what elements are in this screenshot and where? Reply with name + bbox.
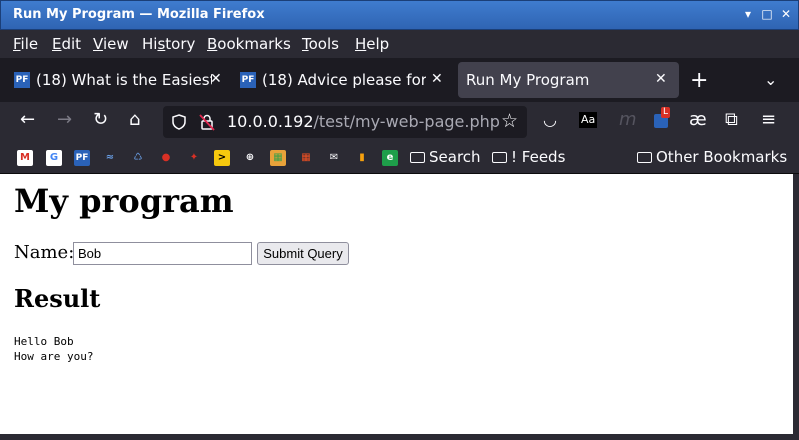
close-tab-icon[interactable]: ✕ (655, 71, 667, 87)
forward-icon[interactable]: → (57, 110, 72, 130)
reload-icon[interactable]: ↻ (93, 110, 108, 130)
tab-label: (18) Advice please for d (262, 71, 426, 89)
menu-label: iew (102, 35, 129, 53)
window-title: Run My Program — Mozilla Firefox (13, 7, 265, 22)
menu-history[interactable]: History (142, 35, 195, 53)
bookmark-folder-label: Search (429, 148, 481, 166)
menu-view[interactable]: View (93, 35, 129, 53)
list-all-tabs-icon[interactable]: ⌄ (764, 70, 777, 89)
result-output: Hello Bob How are you? (14, 334, 93, 364)
menu-accel: B (207, 35, 218, 53)
tab-strip: PF (18) What is the Easiest ✕ PF (18) Ad… (0, 58, 799, 102)
extension-m-icon[interactable]: m (619, 110, 637, 130)
maximize-button[interactable]: □ (760, 7, 774, 21)
page-heading: My program (14, 182, 234, 220)
tab-label: Run My Program (466, 71, 590, 89)
submit-query-button[interactable]: Submit Query (257, 242, 349, 265)
extension-badge: L (661, 107, 671, 118)
extensions-puzzle-icon[interactable]: ⧉ (725, 110, 738, 130)
url-bar[interactable]: 10.0.0.192/test/my-web-page.php ☆ (163, 106, 527, 138)
pocket-icon[interactable]: ◡ (543, 110, 557, 130)
bookmark-green-e-icon[interactable]: e (382, 150, 398, 166)
close-window-button[interactable]: ✕ (779, 7, 793, 21)
reader-icon[interactable]: Aa (579, 112, 598, 128)
folder-icon (637, 152, 652, 163)
insecure-lock-icon[interactable] (199, 113, 215, 131)
menu-accel: T (302, 35, 309, 53)
menu-label: tory (165, 35, 196, 53)
bookmark-bars-icon[interactable]: ▮ (354, 150, 370, 166)
bookmark-microsoft-icon[interactable]: ▦ (298, 150, 314, 166)
menu-accel: V (93, 35, 103, 53)
bookmark-terminal-icon[interactable]: > (214, 150, 230, 166)
pf-favicon-icon: PF (14, 72, 30, 88)
menu-bookmarks[interactable]: Bookmarks (207, 35, 291, 53)
bookmark-google-icon[interactable]: G (46, 150, 62, 166)
bookmark-folder-search[interactable]: Search (410, 148, 481, 166)
shield-icon[interactable] (171, 114, 187, 130)
window-frame-right (793, 174, 799, 440)
menu-label: ookmarks (217, 35, 291, 53)
bookmark-pf-icon[interactable]: PF (74, 150, 90, 166)
tab-advice[interactable]: PF (18) Advice please for d ✕ (232, 62, 454, 98)
bookmark-folder-label: Other Bookmarks (656, 148, 788, 166)
bookmark-recycle-icon[interactable]: ♺ (130, 150, 146, 166)
bookmark-folder-feeds[interactable]: ! Feeds (492, 148, 565, 166)
url-path: /test/my-web-page.php (313, 112, 500, 131)
name-input[interactable] (73, 242, 252, 265)
result-heading: Result (14, 284, 101, 313)
tab-label: (18) What is the Easiest (36, 71, 212, 89)
minimize-button[interactable]: ▾ (741, 7, 755, 21)
folder-icon (492, 152, 507, 163)
menu-file[interactable]: File (13, 35, 38, 53)
close-tab-icon[interactable]: ✕ (210, 71, 222, 87)
tab-easiest[interactable]: PF (18) What is the Easiest ✕ (6, 62, 228, 98)
tab-run-my-program[interactable]: Run My Program ✕ (458, 62, 679, 98)
pf-favicon-icon: PF (240, 72, 256, 88)
menu-accel: H (355, 35, 367, 53)
menu-label: ile (20, 35, 39, 53)
result-line: Hello Bob (14, 335, 74, 348)
menu-label: elp (366, 35, 390, 53)
bookmark-wave-icon[interactable]: ≈ (102, 150, 118, 166)
page-content: My program Name: Submit Query Result Hel… (0, 174, 793, 434)
menu-help[interactable]: Help (355, 35, 389, 53)
window-frame-bottom (0, 434, 799, 440)
bookmark-folder-other[interactable]: Other Bookmarks (637, 148, 787, 166)
extension-ae-icon[interactable]: æ (689, 110, 707, 130)
bookmark-folder-label: ! Feeds (511, 148, 566, 166)
bookmark-globe-icon[interactable]: ⊕ (242, 150, 258, 166)
bookmarks-toolbar: M G PF ≈ ♺ ● ✦ > ⊕ ▦ ▦ ✉ ▮ e Search ! Fe… (0, 142, 799, 174)
menu-edit[interactable]: Edit (52, 35, 81, 53)
menu-bar: File Edit View History Bookmarks Tools H… (0, 30, 799, 58)
home-icon[interactable]: ⌂ (129, 110, 140, 130)
url-text[interactable]: 10.0.0.192/test/my-web-page.php (227, 112, 500, 131)
folder-icon (410, 152, 425, 163)
result-line: How are you? (14, 350, 94, 363)
new-tab-icon[interactable]: + (690, 68, 708, 93)
menu-accel: F (13, 35, 21, 53)
url-host: 10.0.0.192 (227, 112, 314, 131)
app-menu-icon[interactable]: ≡ (761, 110, 776, 130)
bookmark-red-circle-icon[interactable]: ● (158, 150, 174, 166)
menu-label: Hi (142, 35, 158, 53)
name-label: Name: (14, 242, 75, 263)
menu-tools[interactable]: Tools (302, 35, 339, 53)
bookmark-star-icon[interactable]: ☆ (501, 110, 518, 132)
bookmark-mail-icon[interactable]: ✉ (326, 150, 342, 166)
bookmark-maple-leaf-icon[interactable]: ✦ (186, 150, 202, 166)
close-tab-icon[interactable]: ✕ (431, 71, 443, 87)
window-titlebar: Run My Program — Mozilla Firefox ▾ □ ✕ (0, 0, 799, 30)
menu-label: ools (308, 35, 339, 53)
bookmark-gmail-icon[interactable]: M (17, 150, 33, 166)
menu-label: dit (61, 35, 82, 53)
back-icon[interactable]: ← (20, 110, 35, 130)
bookmark-colorful-icon[interactable]: ▦ (270, 150, 286, 166)
